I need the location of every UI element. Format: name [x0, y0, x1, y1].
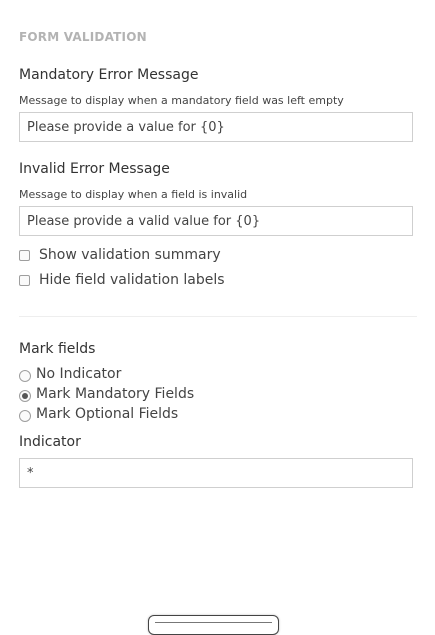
no-indicator-radio[interactable]: [19, 370, 31, 382]
show-validation-summary-option[interactable]: Show validation summary: [19, 247, 221, 263]
invalid-error-label: Invalid Error Message: [19, 161, 170, 177]
radio-option-mark-mandatory[interactable]: Mark Mandatory Fields: [19, 386, 194, 402]
mark-optional-radio[interactable]: [19, 410, 31, 422]
hide-field-validation-labels-label: Hide field validation labels: [39, 272, 225, 288]
mark-optional-label: Mark Optional Fields: [36, 406, 179, 422]
bottom-panel-tab-inner: [155, 622, 272, 633]
invalid-error-input[interactable]: [19, 206, 413, 236]
indicator-label: Indicator: [19, 434, 81, 450]
invalid-error-hint: Message to display when a field is inval…: [19, 188, 248, 201]
show-validation-summary-label: Show validation summary: [39, 247, 221, 263]
section-title: FORM VALIDATION: [19, 30, 147, 44]
hide-field-validation-labels-checkbox[interactable]: [19, 274, 30, 286]
bottom-panel-tab[interactable]: [148, 615, 279, 635]
radio-option-mark-optional[interactable]: Mark Optional Fields: [19, 406, 178, 422]
indicator-input[interactable]: [19, 458, 413, 488]
mark-fields-label: Mark fields: [19, 341, 96, 357]
section-divider: [19, 316, 417, 317]
mark-mandatory-label: Mark Mandatory Fields: [36, 386, 195, 402]
mandatory-error-label: Mandatory Error Message: [19, 67, 199, 83]
mandatory-error-hint: Message to display when a mandatory fiel…: [19, 94, 344, 107]
mandatory-error-input[interactable]: [19, 112, 413, 142]
no-indicator-label: No Indicator: [36, 366, 122, 382]
mark-mandatory-radio[interactable]: [19, 390, 31, 402]
show-validation-summary-checkbox[interactable]: [19, 249, 30, 261]
hide-field-validation-labels-option[interactable]: Hide field validation labels: [19, 272, 225, 288]
radio-option-no-indicator[interactable]: No Indicator: [19, 366, 121, 382]
